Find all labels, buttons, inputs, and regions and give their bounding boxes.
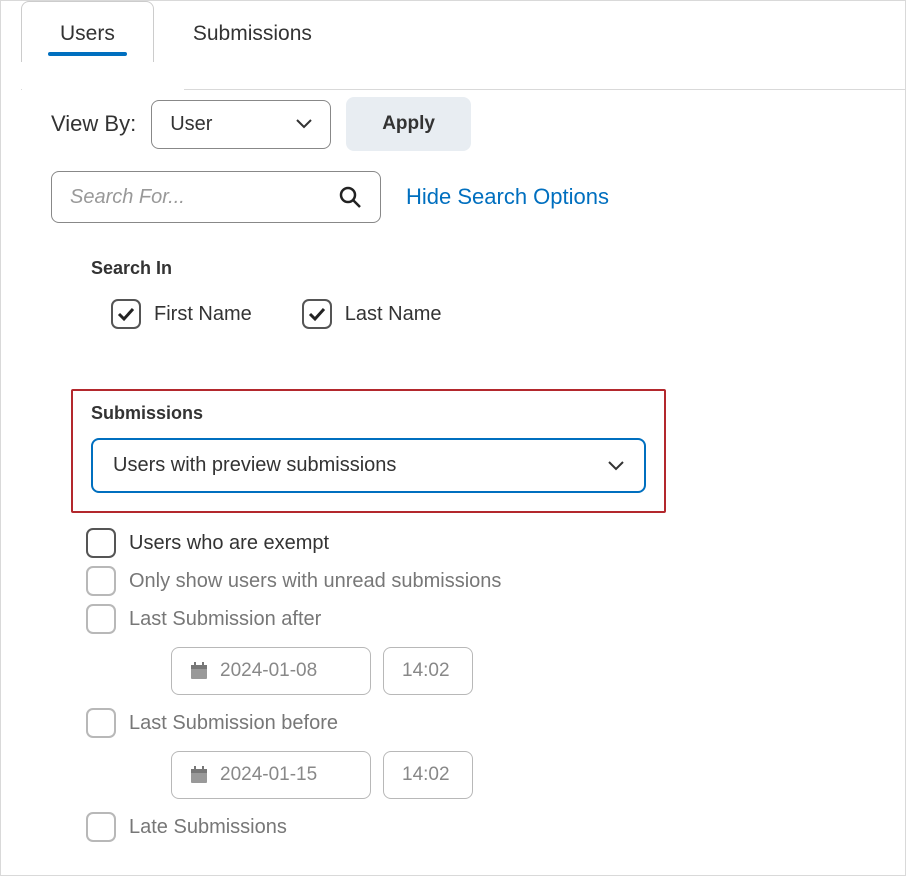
- apply-button[interactable]: Apply: [346, 97, 471, 151]
- unread-checkbox: [86, 566, 116, 596]
- unread-label: Only show users with unread submissions: [129, 570, 501, 593]
- calendar-icon: [190, 662, 208, 680]
- before-checkbox: [86, 708, 116, 738]
- check-icon: [308, 307, 326, 322]
- exempt-checkbox[interactable]: [86, 528, 116, 558]
- after-time-value: 14:02: [402, 660, 450, 682]
- submissions-select-value: Users with preview submissions: [113, 454, 396, 477]
- tab-users[interactable]: Users: [21, 1, 154, 62]
- before-date-row: 2024-01-15 14:02: [171, 751, 875, 799]
- submissions-filter-box: Submissions Users with preview submissio…: [71, 389, 666, 513]
- after-date-value: 2024-01-08: [220, 660, 317, 682]
- before-time-value: 14:02: [402, 764, 450, 786]
- search-in-section: Search In First Name Last Name: [91, 258, 875, 329]
- before-label: Last Submission before: [129, 712, 338, 735]
- unread-filter: Only show users with unread submissions: [86, 566, 875, 596]
- first-name-label: First Name: [154, 303, 252, 326]
- search-row: Hide Search Options: [51, 171, 875, 223]
- after-date-input[interactable]: 2024-01-08: [171, 647, 371, 695]
- last-name-checkbox[interactable]: [302, 299, 332, 329]
- late-filter: Late Submissions: [86, 812, 875, 842]
- tab-submissions-label: Submissions: [193, 22, 312, 45]
- check-icon: [117, 307, 135, 322]
- viewby-row: View By: User Apply: [51, 97, 875, 151]
- submissions-header: Submissions: [91, 403, 646, 424]
- before-filter: Last Submission before: [86, 708, 875, 738]
- before-date-input[interactable]: 2024-01-15: [171, 751, 371, 799]
- calendar-icon: [190, 766, 208, 784]
- last-name-checkbox-item: Last Name: [302, 299, 442, 329]
- exempt-label: Users who are exempt: [129, 532, 329, 555]
- after-checkbox: [86, 604, 116, 634]
- first-name-checkbox[interactable]: [111, 299, 141, 329]
- tab-submissions[interactable]: Submissions: [154, 1, 351, 62]
- hide-search-options-link[interactable]: Hide Search Options: [406, 184, 609, 210]
- apply-label: Apply: [382, 113, 435, 134]
- late-checkbox: [86, 812, 116, 842]
- filter-list: Users who are exempt Only show users wit…: [86, 528, 875, 842]
- viewby-value: User: [170, 113, 212, 136]
- after-filter: Last Submission after: [86, 604, 875, 634]
- exempt-filter: Users who are exempt: [86, 528, 875, 558]
- after-date-row: 2024-01-08 14:02: [171, 647, 875, 695]
- search-input[interactable]: [70, 186, 338, 209]
- search-input-wrap: [51, 171, 381, 223]
- before-date-value: 2024-01-15: [220, 764, 317, 786]
- tab-bar: Users Submissions: [1, 1, 905, 62]
- after-time-input[interactable]: 14:02: [383, 647, 473, 695]
- viewby-select[interactable]: User: [151, 100, 331, 149]
- last-name-label: Last Name: [345, 303, 442, 326]
- search-icon[interactable]: [338, 185, 362, 209]
- before-time-input[interactable]: 14:02: [383, 751, 473, 799]
- chevron-down-icon: [608, 461, 624, 471]
- late-label: Late Submissions: [129, 816, 287, 839]
- submissions-select[interactable]: Users with preview submissions: [91, 438, 646, 493]
- after-label: Last Submission after: [129, 608, 321, 631]
- search-in-header: Search In: [91, 258, 875, 279]
- viewby-label: View By:: [51, 111, 136, 137]
- tab-users-label: Users: [60, 22, 115, 45]
- chevron-down-icon: [296, 119, 312, 129]
- first-name-checkbox-item: First Name: [111, 299, 252, 329]
